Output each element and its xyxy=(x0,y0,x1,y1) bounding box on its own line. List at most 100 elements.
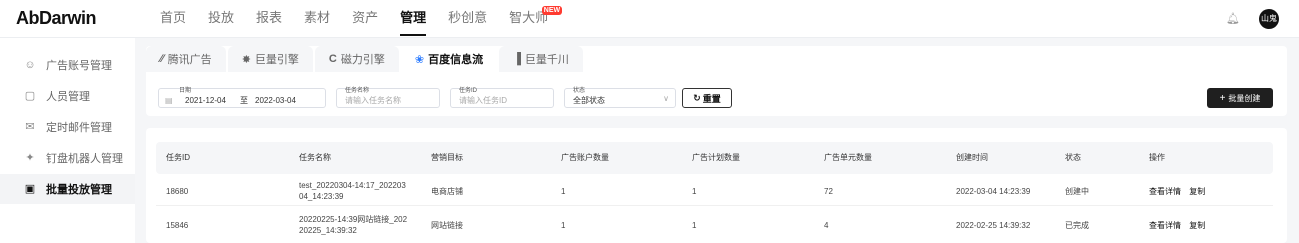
status-select[interactable]: 状态 全部状态 ∨ xyxy=(564,88,676,108)
sidebar-item-label: 定时邮件管理 xyxy=(46,122,112,134)
robot-icon: ✦ xyxy=(25,152,35,164)
cili-icon: C xyxy=(328,53,337,65)
cell-accounts: 1 xyxy=(561,221,566,230)
table-row: 15846 20220225-14:39网站链接_202 20225_14:39… xyxy=(156,208,1273,240)
cell-name-line1: 20220225-14:39网站链接_202 xyxy=(299,215,408,224)
table-row: 18680 test_20220304-14:17_202203 04_14:2… xyxy=(156,174,1273,206)
col-units: 广告单元数量 xyxy=(824,153,872,162)
col-accounts: 广告账户数量 xyxy=(561,153,609,162)
juliang-icon: ✸ xyxy=(241,53,251,66)
status-value: 全部状态 xyxy=(573,96,605,105)
copy-link[interactable]: 复制 xyxy=(1189,221,1205,230)
col-task-name: 任务名称 xyxy=(299,153,331,162)
task-id-field[interactable]: 任务ID 请输入任务ID xyxy=(450,88,554,108)
task-table: 任务ID 任务名称 营销目标 广告账户数量 广告计划数量 广告单元数量 创建时间… xyxy=(146,128,1287,243)
mail-icon: ✉ xyxy=(25,121,35,133)
cell-id: 18680 xyxy=(166,187,189,196)
cell-accounts: 1 xyxy=(561,187,566,196)
col-status: 状态 xyxy=(1065,153,1081,162)
sidebar-item-personnel[interactable]: ▢ 人员管理 xyxy=(0,81,135,111)
nav-item-home[interactable]: 首页 xyxy=(160,0,186,38)
sidebar-item-label: 钉盘机器人管理 xyxy=(46,153,123,165)
qianchuan-icon: ▐ xyxy=(513,53,521,65)
col-actions: 操作 xyxy=(1149,153,1165,162)
tab-tencent[interactable]: ∕∕ 腾讯广告 xyxy=(146,46,226,72)
table-header: 任务ID 任务名称 营销目标 广告账户数量 广告计划数量 广告单元数量 创建时间… xyxy=(156,142,1273,174)
nav-item-assets[interactable]: 资产 xyxy=(352,0,378,38)
date-label: 日期 xyxy=(179,88,192,94)
tab-label: 磁力引擎 xyxy=(340,54,385,66)
nav-item-delivery[interactable]: 投放 xyxy=(208,0,234,38)
cell-name-line1: test_20220304-14:17_202203 xyxy=(299,181,406,190)
batch-icon: ▣ xyxy=(24,183,36,195)
bell-icon[interactable]: 🔔︎ xyxy=(1226,12,1240,25)
tab-label: 巨量千川 xyxy=(524,54,569,66)
logo[interactable]: AbDarwin xyxy=(16,8,97,29)
chevron-down-icon: ∨ xyxy=(663,94,669,103)
nav-item-management[interactable]: 管理 xyxy=(400,0,427,38)
sidebar-item-batch-delivery[interactable]: ▣ 批量投放管理 xyxy=(0,174,135,204)
sidebar-item-label: 批量投放管理 xyxy=(46,184,112,196)
cell-units: 4 xyxy=(824,221,829,230)
nav-item-zhidashi[interactable]: 智大师 NEW xyxy=(509,0,563,38)
cell-goal: 电商店铺 xyxy=(431,187,463,196)
view-details-link[interactable]: 查看详情 xyxy=(1149,221,1181,230)
cell-name-line2: 20225_14:39:32 xyxy=(299,226,357,235)
plus-icon: + xyxy=(1219,92,1226,104)
smile-icon: ☺ xyxy=(24,59,36,71)
date-separator: 至 xyxy=(240,96,248,105)
tab-juliang[interactable]: ✸ 巨量引擎 xyxy=(227,46,313,72)
sidebar-item-scheduled-mail[interactable]: ✉ 定时邮件管理 xyxy=(0,112,135,142)
col-created: 创建时间 xyxy=(956,153,988,162)
new-badge: NEW xyxy=(541,6,563,15)
col-task-id: 任务ID xyxy=(166,153,190,162)
cell-status: 已完成 xyxy=(1065,221,1089,230)
view-details-link[interactable]: 查看详情 xyxy=(1149,187,1181,196)
status-label: 状态 xyxy=(573,88,586,94)
nav-item-materials[interactable]: 素材 xyxy=(304,0,330,38)
cell-created: 2022-02-25 14:39:32 xyxy=(956,221,1031,230)
task-name-field[interactable]: 任务名称 请输入任务名称 xyxy=(336,88,440,108)
platform-tabs: ∕∕ 腾讯广告 ✸ 巨量引擎 C 磁力引擎 ❀ 百度信息流 ▐ 巨量千川 xyxy=(146,46,585,72)
col-goal: 营销目标 xyxy=(431,153,463,162)
reset-button[interactable]: ↻ 重置 xyxy=(682,88,732,108)
col-plans: 广告计划数量 xyxy=(692,153,740,162)
person-icon: ▢ xyxy=(24,90,36,102)
batch-create-label: 批量创建 xyxy=(1228,93,1261,103)
baidu-paw-icon: ❀ xyxy=(414,53,425,66)
sidebar-item-ad-accounts[interactable]: ☺ 广告账号管理 xyxy=(0,50,135,80)
task-name-placeholder: 请输入任务名称 xyxy=(345,96,401,105)
tencent-icon: ∕∕ xyxy=(160,53,164,65)
cell-actions: 查看详情 复制 xyxy=(1149,220,1211,231)
cell-plans: 1 xyxy=(692,187,697,196)
sidebar-item-robot[interactable]: ✦ 钉盘机器人管理 xyxy=(0,143,135,173)
filter-panel: ∕∕ 腾讯广告 ✸ 巨量引擎 C 磁力引擎 ❀ 百度信息流 ▐ 巨量千川 日期 … xyxy=(146,46,1287,116)
sidebar-item-label: 人员管理 xyxy=(46,91,90,103)
tab-label: 百度信息流 xyxy=(428,54,484,66)
cell-goal: 网站链接 xyxy=(431,221,463,230)
date-start: 2021-12-04 xyxy=(185,96,226,105)
nav-item-creative[interactable]: 秒创意 xyxy=(448,0,487,38)
top-nav: AbDarwin 首页 投放 报表 素材 资产 管理 秒创意 智大师 NEW 🔔… xyxy=(0,0,1299,38)
sidebar: ☺ 广告账号管理 ▢ 人员管理 ✉ 定时邮件管理 ✦ 钉盘机器人管理 ▣ 批量投… xyxy=(0,38,135,243)
cell-actions: 查看详情 复制 xyxy=(1149,186,1211,197)
avatar[interactable]: 山鬼 xyxy=(1259,9,1279,29)
tab-label: 腾讯广告 xyxy=(167,54,212,66)
batch-create-button[interactable]: + 批量创建 xyxy=(1207,88,1273,108)
tab-qianchuan[interactable]: ▐ 巨量千川 xyxy=(499,46,583,72)
refresh-icon: ↻ xyxy=(693,92,701,103)
calendar-icon: ▤ xyxy=(165,96,173,105)
copy-link[interactable]: 复制 xyxy=(1189,187,1205,196)
cell-name-line2: 04_14:23:39 xyxy=(299,192,344,201)
task-name-label: 任务名称 xyxy=(345,88,370,94)
cell-units: 72 xyxy=(824,187,833,196)
task-id-placeholder: 请输入任务ID xyxy=(459,96,507,105)
date-range-picker[interactable]: 日期 ▤ 2021-12-04 至 2022-03-04 xyxy=(158,88,326,108)
tab-label: 巨量引擎 xyxy=(254,54,299,66)
tab-cili[interactable]: C 磁力引擎 xyxy=(314,46,399,72)
task-id-label: 任务ID xyxy=(459,88,478,94)
nav-item-reports[interactable]: 报表 xyxy=(256,0,282,38)
tab-baidu[interactable]: ❀ 百度信息流 xyxy=(400,46,498,72)
sidebar-item-label: 广告账号管理 xyxy=(46,60,112,72)
reset-label: 重置 xyxy=(702,93,721,104)
